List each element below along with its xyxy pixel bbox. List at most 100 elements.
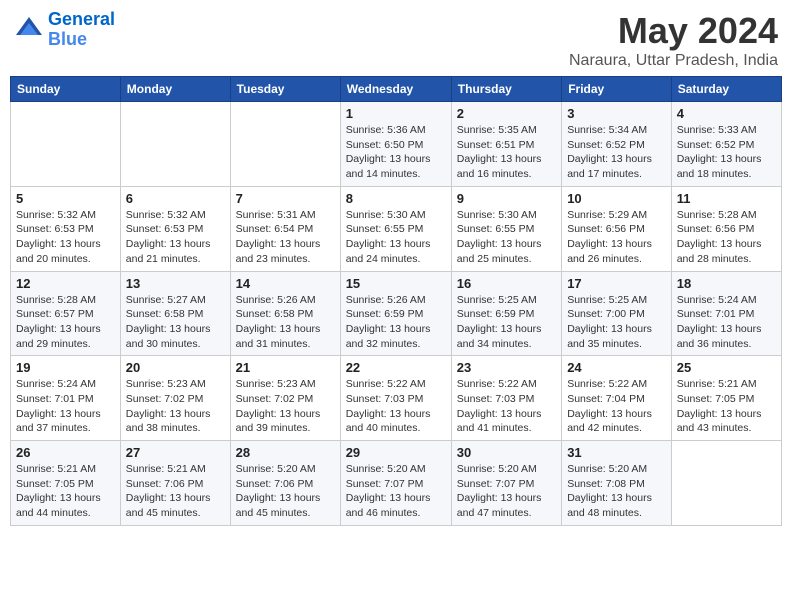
day-number: 4 (677, 106, 776, 121)
day-cell-14: 14 Sunrise: 5:26 AM Sunset: 6:58 PM Dayli… (230, 271, 340, 356)
day-number: 20 (126, 360, 225, 375)
day-number: 3 (567, 106, 666, 121)
day-info: Sunrise: 5:25 AM Sunset: 7:00 PM Dayligh… (567, 293, 666, 352)
day-cell-28: 28Sunrise: 5:20 AM Sunset: 7:06 PM Dayli… (230, 441, 340, 526)
day-info: Sunrise: 5:36 AM Sunset: 6:50 PM Dayligh… (346, 123, 446, 182)
header-row: SundayMondayTuesdayWednesdayThursdayFrid… (11, 77, 782, 102)
day-info: Sunrise: 5:30 AM Sunset: 6:55 PM Dayligh… (346, 208, 446, 267)
day-info: Sunrise: 5:20 AM Sunset: 7:07 PM Dayligh… (346, 462, 446, 521)
day-number: 2 (457, 106, 556, 121)
week-row-2: 5 Sunrise: 5:32 AM Sunset: 6:53 PM Daylig… (11, 186, 782, 271)
day-info: Sunrise: 5:21 AM Sunset: 7:05 PM Dayligh… (677, 377, 776, 436)
day-number: 13 (126, 276, 225, 291)
day-info: Sunrise: 5:21 AM Sunset: 7:05 PM Dayligh… (16, 462, 115, 521)
day-number: 29 (346, 445, 446, 460)
day-number: 22 (346, 360, 446, 375)
day-info: Sunrise: 5:20 AM Sunset: 7:06 PM Dayligh… (236, 462, 335, 521)
day-number: 27 (126, 445, 225, 460)
day-cell-7: 7 Sunrise: 5:31 AM Sunset: 6:54 PM Daylig… (230, 186, 340, 271)
col-header-thursday: Thursday (451, 77, 561, 102)
day-cell-26: 26Sunrise: 5:21 AM Sunset: 7:05 PM Dayli… (11, 441, 121, 526)
day-cell-10: 10Sunrise: 5:29 AM Sunset: 6:56 PM Dayli… (562, 186, 672, 271)
week-row-5: 26Sunrise: 5:21 AM Sunset: 7:05 PM Dayli… (11, 441, 782, 526)
day-cell-8: 8Sunrise: 5:30 AM Sunset: 6:55 PM Daylig… (340, 186, 451, 271)
calendar-table: SundayMondayTuesdayWednesdayThursdayFrid… (10, 76, 782, 526)
day-cell-6: 6Sunrise: 5:32 AM Sunset: 6:53 PM Daylig… (120, 186, 230, 271)
day-cell-31: 31 Sunrise: 5:20 AM Sunset: 7:08 PM Dayli… (562, 441, 672, 526)
day-info: Sunrise: 5:22 AM Sunset: 7:03 PM Dayligh… (457, 377, 556, 436)
col-header-wednesday: Wednesday (340, 77, 451, 102)
day-number: 24 (567, 360, 666, 375)
day-cell-5: 5Sunrise: 5:32 AM Sunset: 6:53 PM Daylig… (11, 186, 121, 271)
day-number: 19 (16, 360, 115, 375)
day-cell-17: 17 Sunrise: 5:25 AM Sunset: 7:00 PM Dayli… (562, 271, 672, 356)
day-cell-13: 13 Sunrise: 5:27 AM Sunset: 6:58 PM Dayli… (120, 271, 230, 356)
day-number: 7 (236, 191, 335, 206)
day-cell-23: 23 Sunrise: 5:22 AM Sunset: 7:03 PM Dayli… (451, 356, 561, 441)
day-number: 31 (567, 445, 666, 460)
day-info: Sunrise: 5:34 AM Sunset: 6:52 PM Dayligh… (567, 123, 666, 182)
logo-icon (14, 15, 44, 45)
day-cell-21: 21Sunrise: 5:23 AM Sunset: 7:02 PM Dayli… (230, 356, 340, 441)
day-number: 17 (567, 276, 666, 291)
col-header-sunday: Sunday (11, 77, 121, 102)
day-cell-16: 16 Sunrise: 5:25 AM Sunset: 6:59 PM Dayli… (451, 271, 561, 356)
logo-text: General Blue (48, 10, 115, 50)
day-info: Sunrise: 5:20 AM Sunset: 7:08 PM Dayligh… (567, 462, 666, 521)
day-info: Sunrise: 5:30 AM Sunset: 6:55 PM Dayligh… (457, 208, 556, 267)
logo-blue: Blue (48, 29, 87, 49)
day-info: Sunrise: 5:35 AM Sunset: 6:51 PM Dayligh… (457, 123, 556, 182)
main-title: May 2024 (569, 10, 778, 52)
day-cell-27: 27Sunrise: 5:21 AM Sunset: 7:06 PM Dayli… (120, 441, 230, 526)
col-header-friday: Friday (562, 77, 672, 102)
day-info: Sunrise: 5:24 AM Sunset: 7:01 PM Dayligh… (677, 293, 776, 352)
col-header-saturday: Saturday (671, 77, 781, 102)
day-info: Sunrise: 5:25 AM Sunset: 6:59 PM Dayligh… (457, 293, 556, 352)
day-info: Sunrise: 5:22 AM Sunset: 7:04 PM Dayligh… (567, 377, 666, 436)
day-cell-1: 1 Sunrise: 5:36 AM Sunset: 6:50 PM Daylig… (340, 102, 451, 187)
day-info: Sunrise: 5:27 AM Sunset: 6:58 PM Dayligh… (126, 293, 225, 352)
day-info: Sunrise: 5:29 AM Sunset: 6:56 PM Dayligh… (567, 208, 666, 267)
day-number: 1 (346, 106, 446, 121)
day-info: Sunrise: 5:26 AM Sunset: 6:59 PM Dayligh… (346, 293, 446, 352)
day-number: 23 (457, 360, 556, 375)
day-number: 9 (457, 191, 556, 206)
day-cell-25: 25Sunrise: 5:21 AM Sunset: 7:05 PM Dayli… (671, 356, 781, 441)
day-number: 5 (16, 191, 115, 206)
day-info: Sunrise: 5:20 AM Sunset: 7:07 PM Dayligh… (457, 462, 556, 521)
day-cell-3: 3 Sunrise: 5:34 AM Sunset: 6:52 PM Daylig… (562, 102, 672, 187)
page-header: General Blue May 2024 Naraura, Uttar Pra… (10, 10, 782, 70)
day-cell-4: 4Sunrise: 5:33 AM Sunset: 6:52 PM Daylig… (671, 102, 781, 187)
col-header-tuesday: Tuesday (230, 77, 340, 102)
day-number: 12 (16, 276, 115, 291)
day-info: Sunrise: 5:28 AM Sunset: 6:57 PM Dayligh… (16, 293, 115, 352)
day-number: 18 (677, 276, 776, 291)
title-block: May 2024 Naraura, Uttar Pradesh, India (569, 10, 778, 70)
logo: General Blue (14, 10, 115, 50)
day-cell-18: 18 Sunrise: 5:24 AM Sunset: 7:01 PM Dayli… (671, 271, 781, 356)
day-info: Sunrise: 5:23 AM Sunset: 7:02 PM Dayligh… (236, 377, 335, 436)
day-info: Sunrise: 5:26 AM Sunset: 6:58 PM Dayligh… (236, 293, 335, 352)
day-cell-20: 20 Sunrise: 5:23 AM Sunset: 7:02 PM Dayli… (120, 356, 230, 441)
col-header-monday: Monday (120, 77, 230, 102)
week-row-3: 12 Sunrise: 5:28 AM Sunset: 6:57 PM Dayli… (11, 271, 782, 356)
day-cell-empty-0-1 (120, 102, 230, 187)
day-number: 16 (457, 276, 556, 291)
subtitle: Naraura, Uttar Pradesh, India (569, 52, 778, 70)
day-cell-empty-0-2 (230, 102, 340, 187)
logo-general: General (48, 9, 115, 29)
day-number: 14 (236, 276, 335, 291)
day-number: 30 (457, 445, 556, 460)
day-cell-30: 30 Sunrise: 5:20 AM Sunset: 7:07 PM Dayli… (451, 441, 561, 526)
day-cell-12: 12 Sunrise: 5:28 AM Sunset: 6:57 PM Dayli… (11, 271, 121, 356)
day-info: Sunrise: 5:31 AM Sunset: 6:54 PM Dayligh… (236, 208, 335, 267)
day-info: Sunrise: 5:22 AM Sunset: 7:03 PM Dayligh… (346, 377, 446, 436)
day-cell-29: 29 Sunrise: 5:20 AM Sunset: 7:07 PM Dayli… (340, 441, 451, 526)
day-cell-15: 15Sunrise: 5:26 AM Sunset: 6:59 PM Dayli… (340, 271, 451, 356)
day-info: Sunrise: 5:32 AM Sunset: 6:53 PM Dayligh… (126, 208, 225, 267)
day-info: Sunrise: 5:28 AM Sunset: 6:56 PM Dayligh… (677, 208, 776, 267)
day-info: Sunrise: 5:23 AM Sunset: 7:02 PM Dayligh… (126, 377, 225, 436)
day-cell-11: 11Sunrise: 5:28 AM Sunset: 6:56 PM Dayli… (671, 186, 781, 271)
day-cell-empty-0-0 (11, 102, 121, 187)
day-cell-24: 24 Sunrise: 5:22 AM Sunset: 7:04 PM Dayli… (562, 356, 672, 441)
